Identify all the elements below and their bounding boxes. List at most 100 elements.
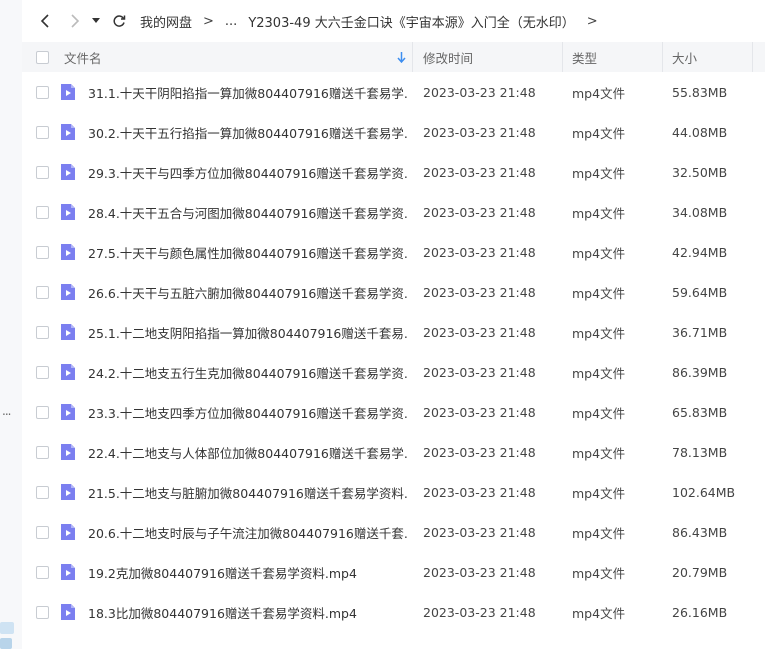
row-checkbox[interactable]	[35, 165, 49, 179]
select-all-cell	[22, 42, 54, 72]
breadcrumb-separator-end[interactable]: >	[587, 14, 598, 29]
table-row[interactable]: 25.1.十二地支阴阳掐指一算加微804407916赠送千套易... 2023-…	[22, 312, 765, 352]
row-filler	[753, 312, 765, 352]
row-checkbox[interactable]	[35, 125, 49, 139]
file-name-cell[interactable]: 24.2.十二地支五行生克加微804407916赠送千套易学资...	[54, 352, 413, 392]
column-header-name[interactable]: 文件名	[54, 42, 413, 72]
table-row[interactable]: 22.4.十二地支与人体部位加微804407916赠送千套易学... 2023-…	[22, 432, 765, 472]
file-name-cell[interactable]: 27.5.十天干与颜色属性加微804407916赠送千套易学资...	[54, 232, 413, 272]
back-button[interactable]	[32, 8, 58, 34]
file-name: 19.2克加微804407916赠送千套易学资料.mp4	[88, 565, 357, 581]
file-type: mp4文件	[572, 125, 626, 141]
table-row[interactable]: 27.5.十天干与颜色属性加微804407916赠送千套易学资... 2023-…	[22, 232, 765, 272]
file-name-cell[interactable]: 31.1.十天干阴阳掐指一算加微804407916赠送千套易学...	[54, 72, 413, 112]
video-file-icon	[61, 284, 75, 300]
table-row[interactable]: 30.2.十天干五行掐指一算加微804407916赠送千套易学... 2023-…	[22, 112, 765, 152]
file-type: mp4文件	[572, 245, 626, 261]
caret-down-icon	[92, 18, 100, 23]
file-type: mp4文件	[572, 485, 626, 501]
row-checkbox-cell	[22, 392, 54, 432]
row-filler	[753, 592, 765, 632]
file-type: mp4文件	[572, 85, 626, 101]
row-checkbox[interactable]	[35, 445, 49, 459]
video-file-icon	[61, 324, 75, 340]
file-size: 59.64MB	[672, 284, 728, 300]
row-checkbox[interactable]	[35, 605, 49, 619]
row-checkbox[interactable]	[35, 565, 49, 579]
history-dropdown-button[interactable]	[88, 8, 104, 34]
more-icon[interactable]: ...	[2, 404, 12, 418]
select-all-checkbox[interactable]	[35, 50, 49, 64]
row-checkbox-cell	[22, 312, 54, 352]
breadcrumb-ellipsis[interactable]: ...	[225, 14, 237, 29]
row-checkbox[interactable]	[35, 325, 49, 339]
row-filler	[753, 192, 765, 232]
column-header-date[interactable]: 修改时间	[413, 42, 563, 72]
file-size: 65.83MB	[672, 404, 728, 420]
row-checkbox[interactable]	[35, 245, 49, 259]
table-row[interactable]: 28.4.十天干五合与河图加微804407916赠送千套易学资... 2023-…	[22, 192, 765, 232]
breadcrumb-current[interactable]: Y2303-49 大六壬金口诀《宇宙本源》入门全（无水印）	[248, 12, 574, 31]
row-checkbox[interactable]	[35, 205, 49, 219]
file-name-cell[interactable]: 28.4.十天干五合与河图加微804407916赠送千套易学资...	[54, 192, 413, 232]
table-row[interactable]: 24.2.十二地支五行生克加微804407916赠送千套易学资... 2023-…	[22, 352, 765, 392]
refresh-button[interactable]	[106, 8, 132, 34]
row-filler	[753, 352, 765, 392]
row-checkbox-cell	[22, 272, 54, 312]
table-row[interactable]: 18.3比加微804407916赠送千套易学资料.mp4 2023-03-23 …	[22, 592, 765, 632]
forward-button[interactable]	[62, 8, 88, 34]
video-file-icon	[61, 604, 75, 620]
row-checkbox-cell	[22, 152, 54, 192]
file-name: 30.2.十天干五行掐指一算加微804407916赠送千套易学...	[88, 125, 407, 141]
file-name: 25.1.十二地支阴阳掐指一算加微804407916赠送千套易...	[88, 325, 407, 341]
table-row[interactable]: 21.5.十二地支与脏腑加微804407916赠送千套易学资料.... 2023…	[22, 472, 765, 512]
row-checkbox[interactable]	[35, 405, 49, 419]
column-header-filler	[753, 42, 765, 72]
column-header-type[interactable]: 类型	[563, 42, 663, 72]
file-name-cell[interactable]: 19.2克加微804407916赠送千套易学资料.mp4	[54, 552, 413, 592]
row-checkbox-cell	[22, 192, 54, 232]
row-checkbox[interactable]	[35, 365, 49, 379]
table-row[interactable]: 23.3.十二地支四季方位加微804407916赠送千套易学资... 2023-…	[22, 392, 765, 432]
chevron-right-icon	[71, 14, 80, 28]
row-checkbox[interactable]	[35, 485, 49, 499]
table-row[interactable]: 26.6.十天干与五脏六腑加微804407916赠送千套易学资... 2023-…	[22, 272, 765, 312]
file-size: 26.16MB	[672, 604, 728, 620]
file-name-cell[interactable]: 23.3.十二地支四季方位加微804407916赠送千套易学资...	[54, 392, 413, 432]
row-checkbox[interactable]	[35, 85, 49, 99]
file-name-cell[interactable]: 20.6.十二地支时辰与子午流注加微804407916赠送千套...	[54, 512, 413, 552]
file-name: 28.4.十天干五合与河图加微804407916赠送千套易学资...	[88, 205, 407, 221]
row-filler	[753, 472, 765, 512]
file-name-cell[interactable]: 22.4.十二地支与人体部位加微804407916赠送千套易学...	[54, 432, 413, 472]
breadcrumb-root[interactable]: 我的网盘	[140, 12, 192, 31]
row-filler	[753, 512, 765, 552]
file-name-cell[interactable]: 30.2.十天干五行掐指一算加微804407916赠送千套易学...	[54, 112, 413, 152]
column-header-type-label: 类型	[572, 50, 598, 66]
file-name: 31.1.十天干阴阳掐指一算加微804407916赠送千套易学...	[88, 85, 407, 101]
row-filler	[753, 152, 765, 192]
column-header-size[interactable]: 大小	[663, 42, 753, 72]
table-row[interactable]: 31.1.十天干阴阳掐指一算加微804407916赠送千套易学... 2023-…	[22, 72, 765, 112]
table-row[interactable]: 19.2克加微804407916赠送千套易学资料.mp4 2023-03-23 …	[22, 552, 765, 592]
table-row[interactable]: 20.6.十二地支时辰与子午流注加微804407916赠送千套... 2023-…	[22, 512, 765, 552]
row-filler	[753, 552, 765, 592]
row-checkbox[interactable]	[35, 525, 49, 539]
video-file-icon	[61, 564, 75, 580]
row-checkbox-cell	[22, 352, 54, 392]
file-name-cell[interactable]: 26.6.十天干与五脏六腑加微804407916赠送千套易学资...	[54, 272, 413, 312]
file-name-cell[interactable]: 21.5.十二地支与脏腑加微804407916赠送千套易学资料....	[54, 472, 413, 512]
breadcrumb-separator: >	[203, 13, 214, 29]
file-name: 18.3比加微804407916赠送千套易学资料.mp4	[88, 605, 357, 621]
file-name-cell[interactable]: 29.3.十天干与四季方位加微804407916赠送千套易学资...	[54, 152, 413, 192]
file-type: mp4文件	[572, 325, 626, 341]
table-row[interactable]: 29.3.十天干与四季方位加微804407916赠送千套易学资... 2023-…	[22, 152, 765, 192]
file-size: 34.08MB	[672, 204, 728, 220]
file-size: 32.50MB	[672, 164, 728, 180]
row-checkbox[interactable]	[35, 285, 49, 299]
file-type: mp4文件	[572, 165, 626, 181]
file-name-cell[interactable]: 25.1.十二地支阴阳掐指一算加微804407916赠送千套易...	[54, 312, 413, 352]
file-list-header: 文件名 修改时间 类型 大小	[22, 42, 765, 72]
file-size: 86.43MB	[672, 524, 728, 540]
file-name-cell[interactable]: 18.3比加微804407916赠送千套易学资料.mp4	[54, 592, 413, 632]
sort-down-arrow-icon[interactable]	[397, 51, 406, 63]
